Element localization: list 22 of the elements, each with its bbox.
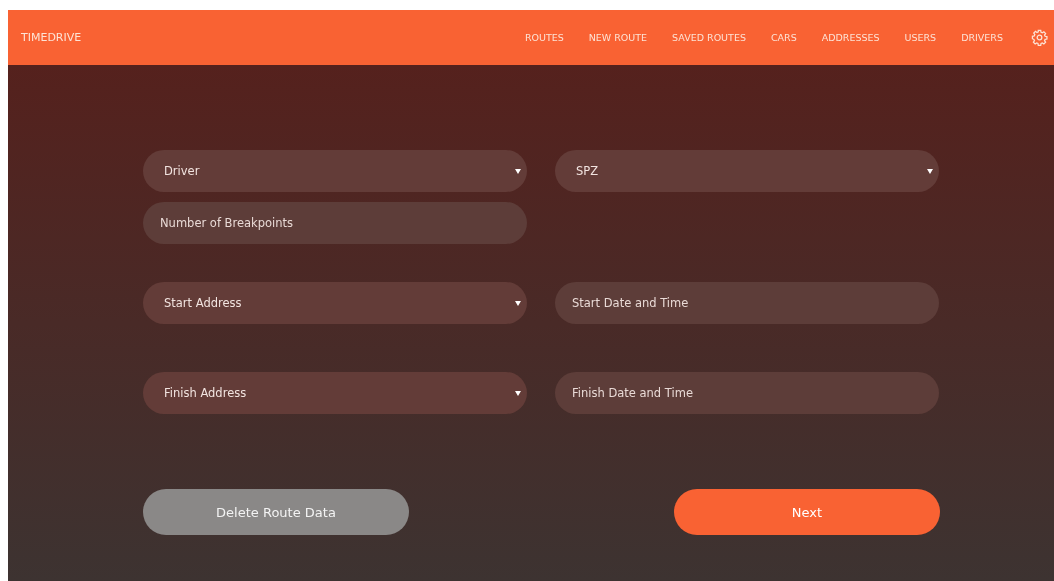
next-button[interactable]: Next xyxy=(674,489,940,535)
nav-link[interactable]: CARS xyxy=(770,32,797,43)
nav-link[interactable]: DRIVERS xyxy=(961,32,1003,43)
input-field[interactable]: Number of Breakpoints xyxy=(143,202,527,244)
nav-link[interactable]: ROUTES xyxy=(524,32,564,43)
nav-link[interactable]: ADDRESSES xyxy=(821,32,880,43)
input-field[interactable]: Finish Date and Time xyxy=(555,372,939,414)
nav-link[interactable]: SAVED ROUTES xyxy=(672,32,746,43)
dropdown-field[interactable]: Start Address xyxy=(143,282,527,324)
settings-icon[interactable] xyxy=(1031,29,1048,46)
caret-icon xyxy=(515,390,521,396)
dropdown-field[interactable]: SPZ xyxy=(555,150,939,192)
caret-icon xyxy=(927,168,933,174)
caret-icon xyxy=(515,168,521,174)
caret-icon xyxy=(515,300,521,306)
dropdown-field[interactable]: Finish Address xyxy=(143,372,527,414)
nav-link[interactable]: NEW ROUTE xyxy=(588,32,648,43)
nav-link[interactable]: USERS xyxy=(904,32,937,43)
delete-button[interactable]: Delete Route Data xyxy=(143,489,409,535)
brand-name[interactable]: TIMEDRIVE xyxy=(21,31,82,44)
dropdown-field[interactable]: Driver xyxy=(143,150,527,192)
input-field[interactable]: Start Date and Time xyxy=(555,282,939,324)
